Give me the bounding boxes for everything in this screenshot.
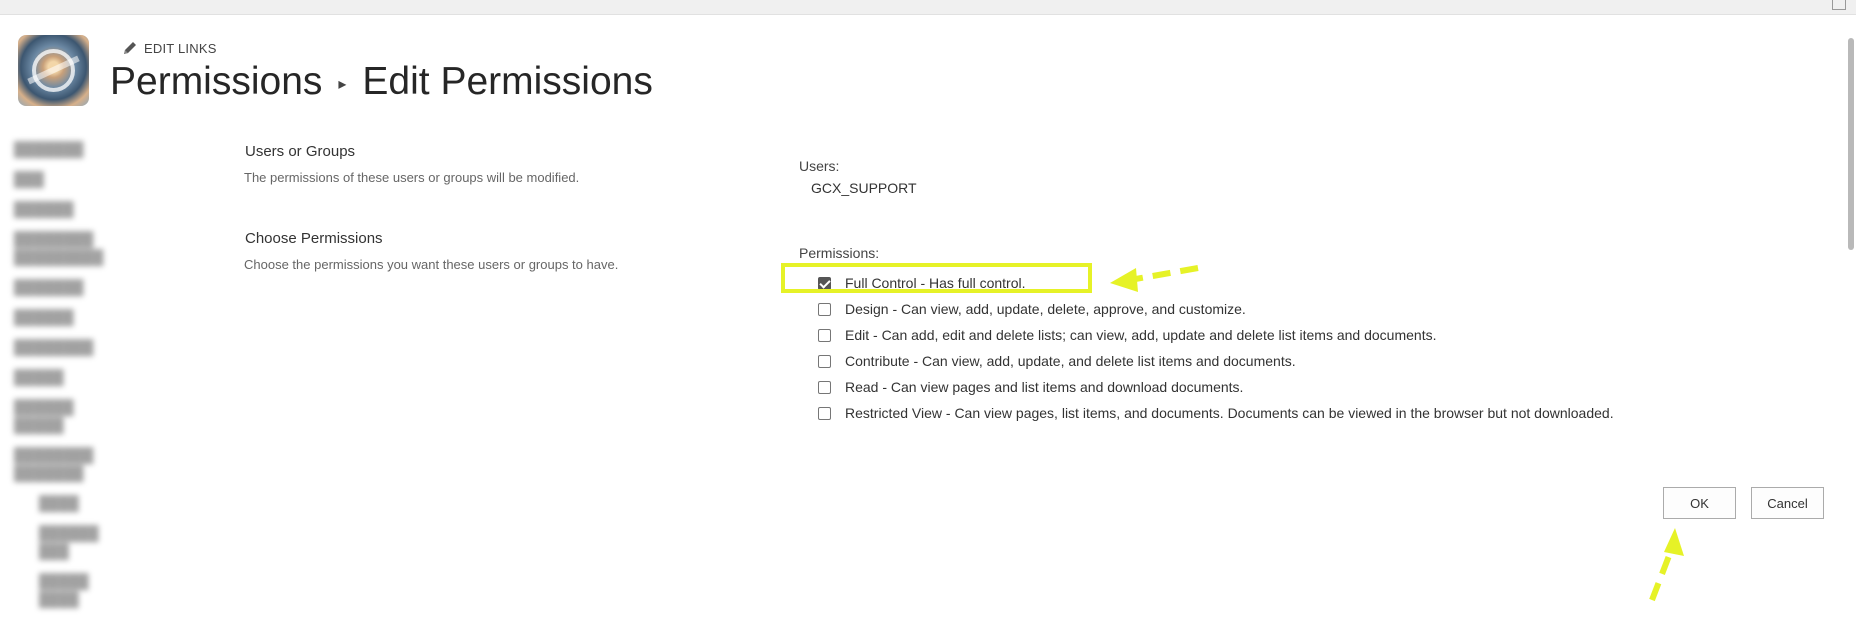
breadcrumb: Permissions ▸ Edit Permissions [110, 60, 653, 104]
choose-permissions-title: Choose Permissions [245, 230, 383, 247]
browser-top-bar [0, 0, 1856, 15]
ok-button[interactable]: OK [1663, 487, 1736, 519]
checkbox-edit[interactable] [818, 328, 831, 342]
page-title: Edit Permissions [362, 60, 653, 103]
permission-label: Design - Can view, add, update, delete, … [845, 301, 1246, 317]
choose-permissions-description: Choose the permissions you want these us… [244, 257, 619, 272]
window-corner-icon [1832, 0, 1846, 10]
edit-links-link[interactable]: EDIT LINKS [122, 40, 217, 56]
cancel-button[interactable]: Cancel [1751, 487, 1824, 519]
permission-option-read[interactable]: Read - Can view pages and list items and… [818, 374, 1614, 400]
permission-option-edit[interactable]: Edit - Can add, edit and delete lists; c… [818, 322, 1614, 348]
breadcrumb-parent-link[interactable]: Permissions [110, 60, 322, 104]
site-logo[interactable] [18, 35, 89, 106]
permission-label: Contribute - Can view, add, update, and … [845, 353, 1296, 369]
permission-label: Edit - Can add, edit and delete lists; c… [845, 327, 1437, 343]
edit-links-label: EDIT LINKS [144, 40, 217, 56]
permission-option-restricted-view[interactable]: Restricted View - Can view pages, list i… [818, 400, 1614, 426]
breadcrumb-separator-icon: ▸ [338, 76, 347, 93]
annotation-arrow-up-icon [1649, 528, 1684, 602]
permission-label: Restricted View - Can view pages, list i… [845, 405, 1614, 421]
quick-launch-nav-obscured: ███████ ███ ██████ ████████ █████████ ███… [14, 141, 104, 607]
checkbox-restricted-view[interactable] [818, 406, 831, 420]
permission-option-design[interactable]: Design - Can view, add, update, delete, … [818, 296, 1614, 322]
users-groups-title: Users or Groups [245, 143, 356, 160]
annotation-highlight-box [781, 263, 1092, 293]
users-groups-description: The permissions of these users or groups… [244, 170, 580, 185]
pencil-icon [124, 42, 136, 54]
permission-label: Read - Can view pages and list items and… [845, 379, 1244, 395]
permission-option-contribute[interactable]: Contribute - Can view, add, update, and … [818, 348, 1614, 374]
users-label: Users: [799, 158, 840, 174]
checkbox-read[interactable] [818, 380, 831, 394]
permissions-list: Full Control - Has full control. Design … [818, 270, 1614, 426]
checkbox-design[interactable] [818, 302, 831, 316]
users-value: GCX_SUPPORT [811, 180, 917, 196]
permissions-label: Permissions: [799, 245, 880, 261]
vertical-scrollbar[interactable] [1846, 38, 1856, 623]
checkbox-contribute[interactable] [818, 354, 831, 368]
scrollbar-thumb[interactable] [1848, 38, 1854, 250]
